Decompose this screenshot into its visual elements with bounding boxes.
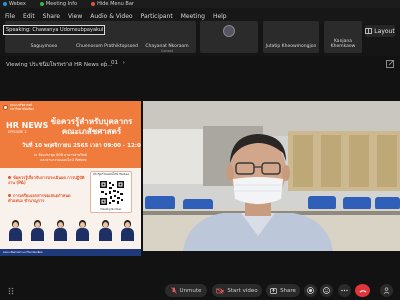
menu-meeting[interactable]: Meeting bbox=[181, 13, 205, 20]
smiley-icon bbox=[323, 287, 330, 294]
staff-photo bbox=[98, 219, 112, 241]
hr-news-title: HR NEWS bbox=[6, 121, 49, 130]
record-button[interactable] bbox=[304, 284, 317, 297]
title-bar: Webex Meeting Info Hide Menu Bar bbox=[0, 0, 400, 8]
more-icon bbox=[341, 289, 348, 292]
staff-photos bbox=[8, 219, 134, 241]
staff-photo bbox=[53, 219, 67, 241]
share-button[interactable]: Share bbox=[266, 284, 300, 297]
bullet-icon bbox=[8, 194, 11, 197]
participant-role: Cohost bbox=[160, 49, 174, 53]
camera-off-icon bbox=[216, 287, 224, 294]
slide-title: ข้อควรรู้สำหรับบุคลากร คณะเภสัชศาสตร์ bbox=[50, 117, 133, 136]
hide-menu-icon bbox=[91, 2, 96, 6]
layout-icon bbox=[365, 28, 373, 34]
staff-photo bbox=[30, 219, 45, 241]
participant-name: Kanjana Khemkaew bbox=[330, 39, 356, 49]
microphone-muted-icon bbox=[170, 287, 177, 294]
menu-file[interactable]: File bbox=[5, 13, 15, 20]
share-icon bbox=[270, 288, 277, 294]
reactions-button[interactable] bbox=[320, 284, 333, 297]
prev-page-icon[interactable]: ‹ bbox=[104, 60, 106, 66]
participant-name: Chuenosom Prathiktopsoed bbox=[76, 44, 138, 49]
start-video-button[interactable]: Start video bbox=[212, 284, 262, 297]
app-title: Webex bbox=[3, 1, 26, 7]
menu-edit[interactable]: Edit bbox=[23, 13, 35, 20]
seal-icon bbox=[3, 105, 8, 110]
next-page-icon[interactable]: › bbox=[123, 60, 125, 66]
slide-bullet: ข้อควรรู้เกี่ยวกับการประเมินผล การปฏิบัต… bbox=[8, 175, 85, 185]
bullet-icon bbox=[8, 176, 11, 179]
page-navigator[interactable]: ‹ 01 › bbox=[104, 60, 125, 66]
drag-handle-icon[interactable] bbox=[8, 287, 14, 295]
staff-photo bbox=[75, 219, 90, 241]
faculty-logo: คณะเภสัชศาสตร์ มหาวิทยาลัยมหิดล bbox=[3, 103, 38, 111]
menu-view[interactable]: View bbox=[68, 13, 82, 20]
viewing-bar: Viewing ประชนิมโพรพราส HR News ep... bbox=[0, 58, 400, 72]
popout-icon[interactable] bbox=[385, 59, 395, 69]
leave-meeting-button[interactable] bbox=[355, 284, 370, 297]
record-icon bbox=[307, 287, 314, 294]
menu-help[interactable]: Help bbox=[213, 13, 227, 20]
participant-name: Jutatip Kheowmongjon bbox=[265, 44, 317, 49]
speaking-indicator: Speaking: Chawanya Udomsubpayakul (Host) bbox=[3, 25, 105, 35]
menu-share[interactable]: Share bbox=[43, 13, 60, 20]
slide-date: วันที่ 10 พฤศจิกายน 2565 เวลา 09:00 - 12… bbox=[22, 143, 141, 149]
speaker-video bbox=[143, 101, 400, 251]
participants-panel-button[interactable] bbox=[380, 284, 393, 297]
avatar bbox=[223, 25, 235, 37]
qr-code-icon bbox=[100, 181, 124, 205]
layout-button[interactable]: Layout bbox=[365, 25, 395, 37]
shared-content: คณะเภสัชศาสตร์ มหาวิทยาลัยมหิดล HR NEWS … bbox=[0, 101, 141, 256]
participant-tile[interactable]: Chayanat Nkoraom Cohost bbox=[138, 21, 196, 53]
people-icon bbox=[383, 287, 390, 294]
slide-footer: คณะเภสัชศาสตร์ มหาวิทยาลัยมหิดล bbox=[0, 249, 141, 256]
end-call-icon bbox=[359, 289, 366, 292]
episode-label: EPISODE 2 bbox=[8, 130, 27, 134]
viewing-label: Viewing ประชนิมโพรพราส HR News ep... bbox=[6, 62, 113, 68]
video-frame bbox=[143, 101, 400, 251]
more-options-button[interactable] bbox=[338, 284, 351, 297]
staff-photo bbox=[8, 219, 22, 241]
qr-panel: ประชุมร่วมออนไลน์ Webex Meeting Number bbox=[90, 171, 132, 213]
menu-audio-video[interactable]: Audio & Video bbox=[90, 13, 132, 20]
participant-tile[interactable] bbox=[200, 21, 258, 53]
webex-window: Webex Meeting Info Hide Menu Bar File Ed… bbox=[0, 0, 400, 300]
staff-photo bbox=[120, 219, 134, 241]
meeting-info-tab[interactable]: Meeting Info bbox=[39, 1, 77, 7]
menu-participant[interactable]: Participant bbox=[141, 13, 173, 20]
slide-bullet: การเตรียมเอกสารขอเสนอกำหนด ตำแหน่ง ชำนาญ… bbox=[8, 193, 71, 203]
webex-logo-icon bbox=[3, 2, 7, 6]
slide-online: และผ่านระบบออนไลน์ Webex bbox=[40, 158, 87, 162]
participant-tile[interactable]: Jutatip Kheowmongjon bbox=[263, 21, 319, 53]
participant-tile[interactable]: Kanjana Khemkaew bbox=[324, 21, 362, 53]
hide-menu-bar-tab[interactable]: Hide Menu Bar bbox=[91, 1, 134, 7]
page-number: 01 bbox=[110, 60, 118, 66]
meeting-info-icon bbox=[39, 2, 44, 6]
unmute-button[interactable]: Unmute bbox=[165, 284, 207, 297]
